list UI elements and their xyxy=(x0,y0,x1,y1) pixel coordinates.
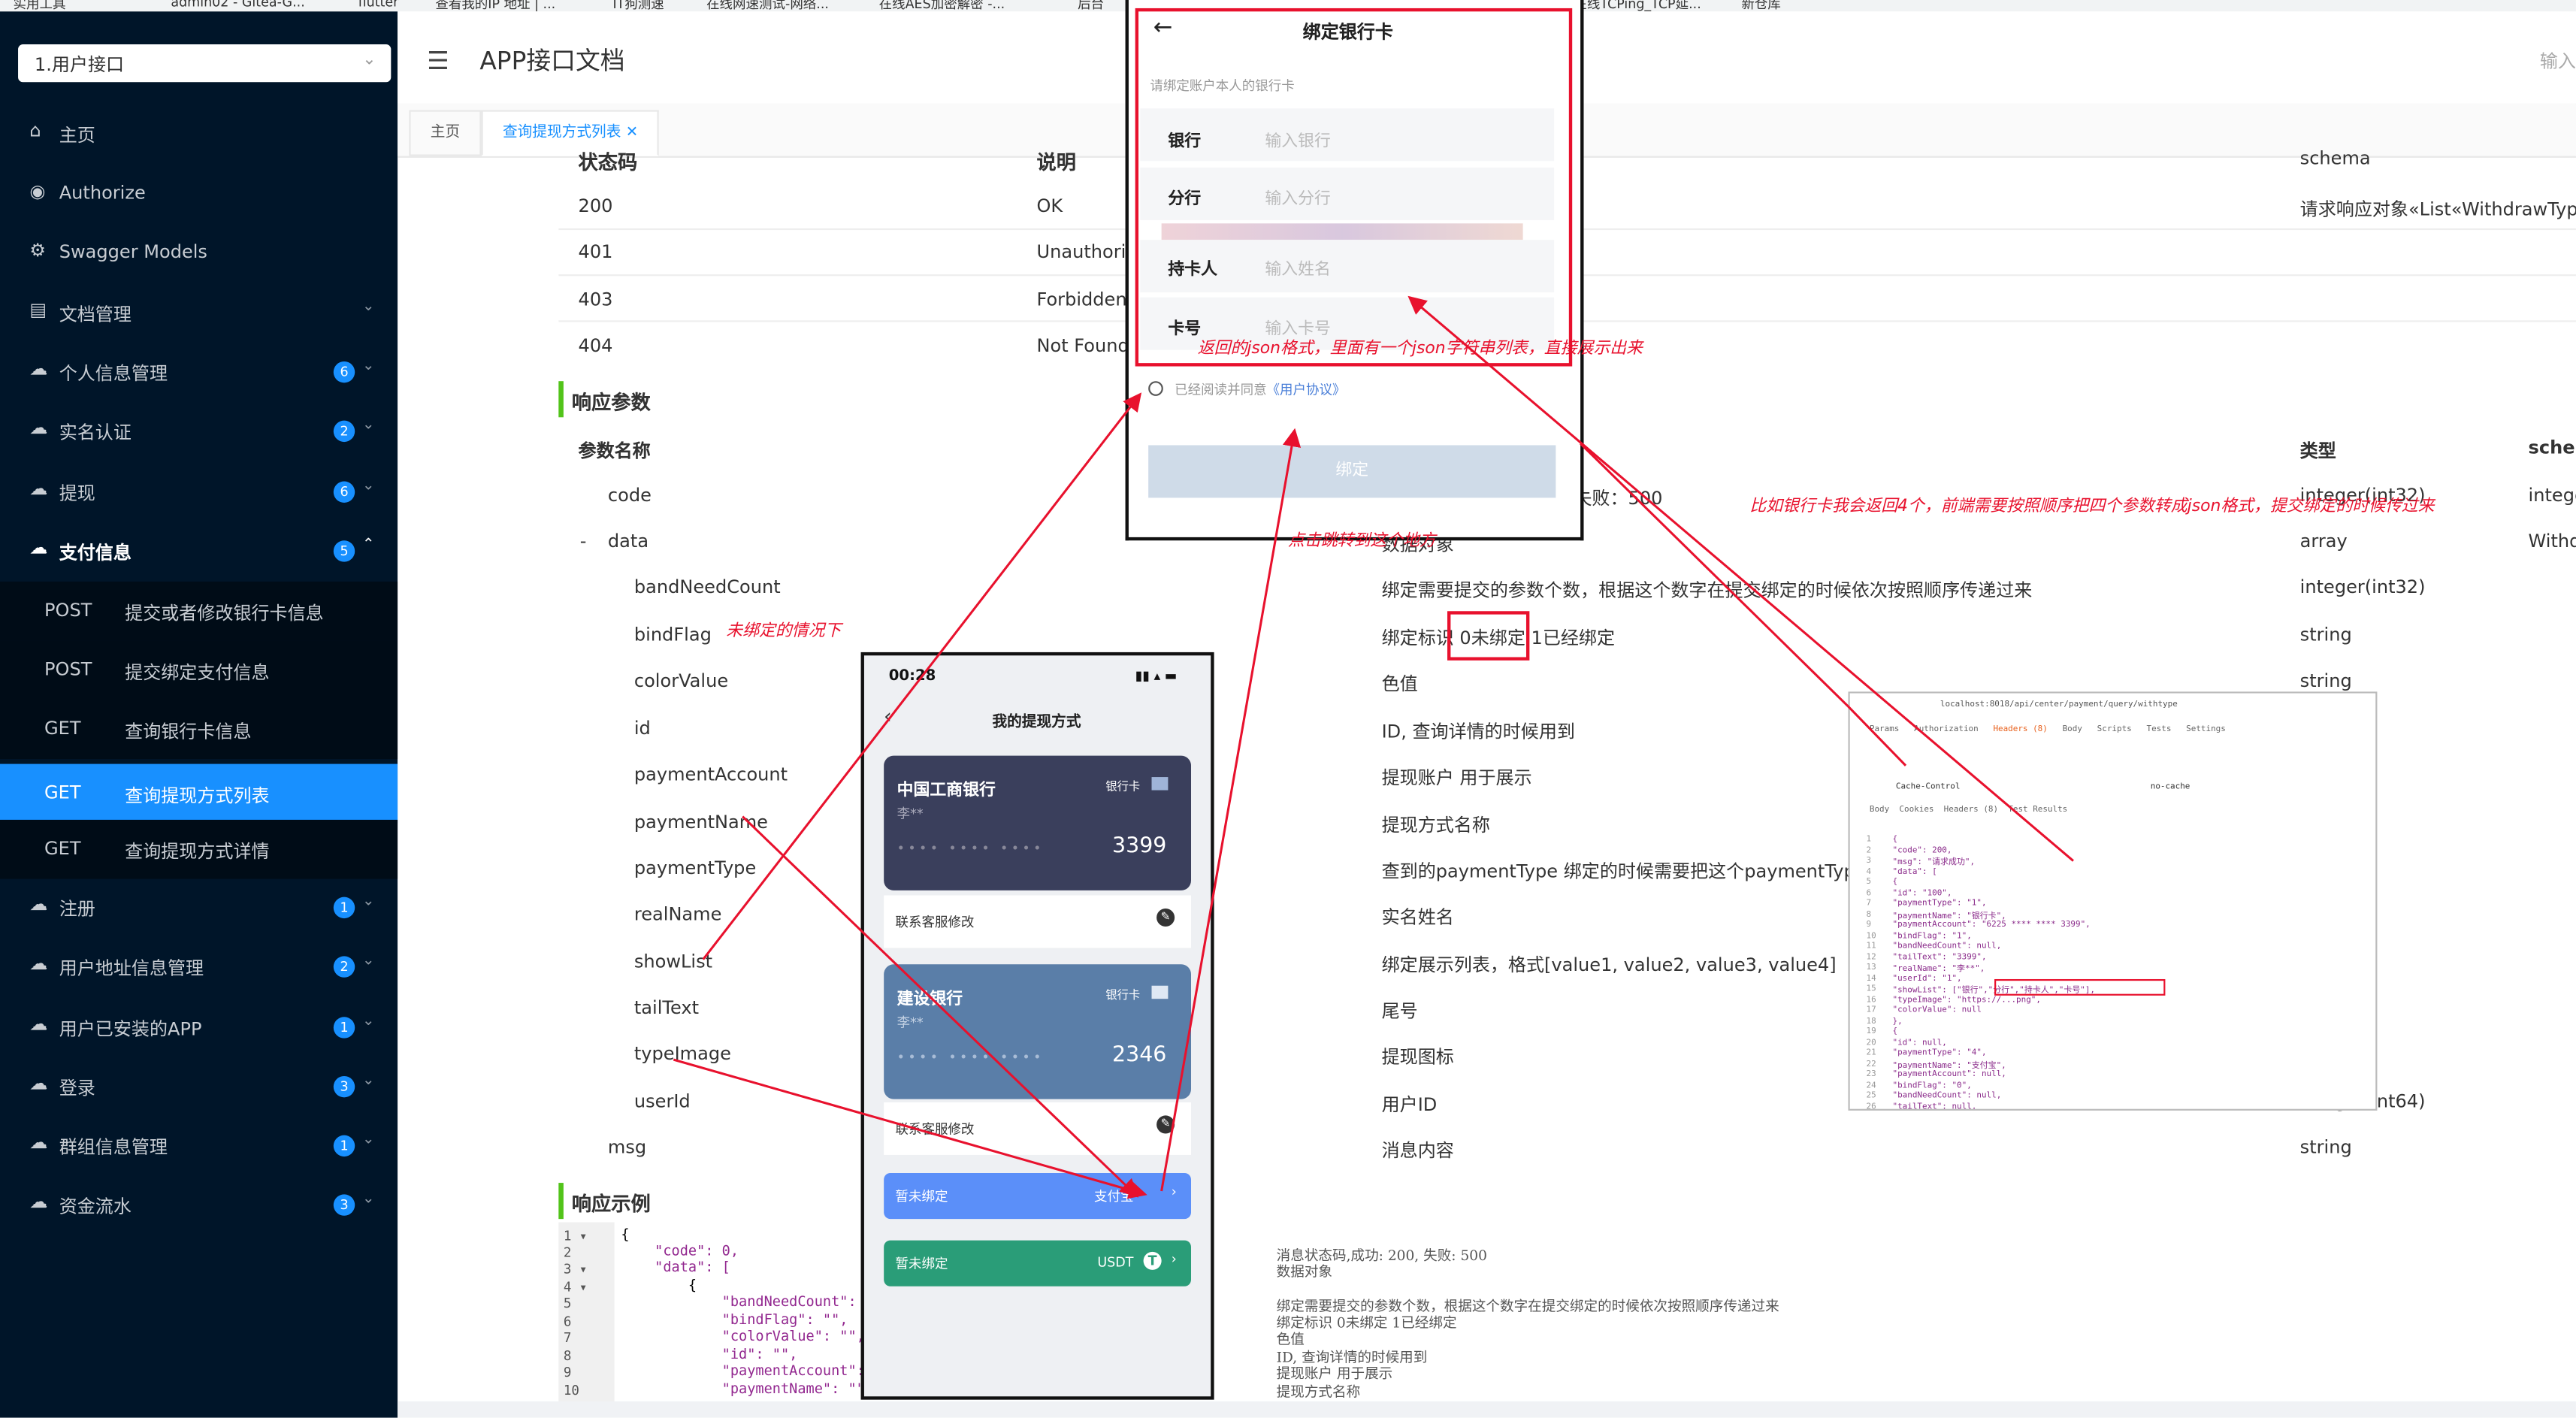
arrow xyxy=(1580,443,1849,708)
annotation-bank-note: 比如银行卡我会返回4个，前端需要按照顺序把四个参数转成json格式，提交绑定的时… xyxy=(1749,497,2435,516)
arrow xyxy=(1160,428,1302,1192)
arrow xyxy=(1847,705,1907,766)
annotation-unbound-note: 未绑定的情况下 xyxy=(726,622,842,641)
annotation-json-note: 返回的json格式，里面有一个json字符串列表，直接展示出来 xyxy=(1197,340,1643,358)
arrow xyxy=(1407,295,2074,862)
annotation-arrows xyxy=(673,295,2074,1199)
arrow xyxy=(742,815,1139,1198)
arrow xyxy=(673,1058,1147,1199)
annotation-jump-note: 点击跳转到这个地方 xyxy=(1287,532,1436,551)
screen: 实用工具 admin02 - Gitea-G... flutter 查看我的IP… xyxy=(0,0,2576,1418)
arrow xyxy=(702,392,1142,960)
